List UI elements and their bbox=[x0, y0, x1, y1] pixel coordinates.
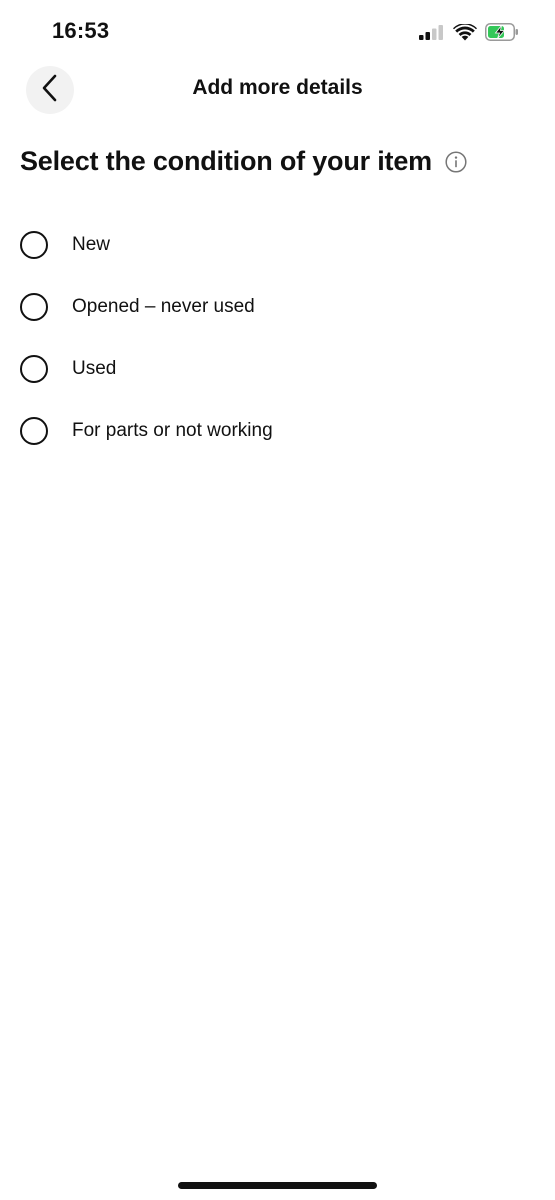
option-label: Used bbox=[72, 358, 117, 379]
wifi-icon bbox=[453, 23, 477, 41]
condition-option-for-parts[interactable]: For parts or not working bbox=[20, 400, 520, 462]
header: Add more details bbox=[0, 64, 555, 120]
condition-options: New Opened – never used Used For parts o… bbox=[20, 214, 520, 462]
option-label: For parts or not working bbox=[72, 420, 273, 441]
radio-button[interactable] bbox=[20, 355, 48, 383]
status-time: 16:53 bbox=[52, 18, 110, 43]
option-label: New bbox=[72, 234, 111, 255]
condition-option-used[interactable]: Used bbox=[20, 338, 520, 400]
condition-option-new[interactable]: New bbox=[20, 214, 520, 276]
option-label: Opened – never used bbox=[72, 296, 255, 317]
condition-option-opened-never-used[interactable]: Opened – never used bbox=[20, 276, 520, 338]
cellular-signal-icon bbox=[419, 24, 445, 40]
status-bar: 16:53 bbox=[0, 0, 555, 64]
home-indicator bbox=[178, 1182, 377, 1189]
battery-charging-icon bbox=[485, 23, 519, 41]
radio-button[interactable] bbox=[20, 293, 48, 321]
page-title: Add more details bbox=[192, 76, 363, 99]
info-icon[interactable] bbox=[444, 150, 468, 174]
condition-heading-row: Select the condition of your item bbox=[20, 146, 468, 177]
status-icons bbox=[419, 22, 519, 42]
radio-button[interactable] bbox=[20, 417, 48, 445]
condition-heading: Select the condition of your item bbox=[20, 146, 432, 176]
radio-button[interactable] bbox=[20, 231, 48, 259]
